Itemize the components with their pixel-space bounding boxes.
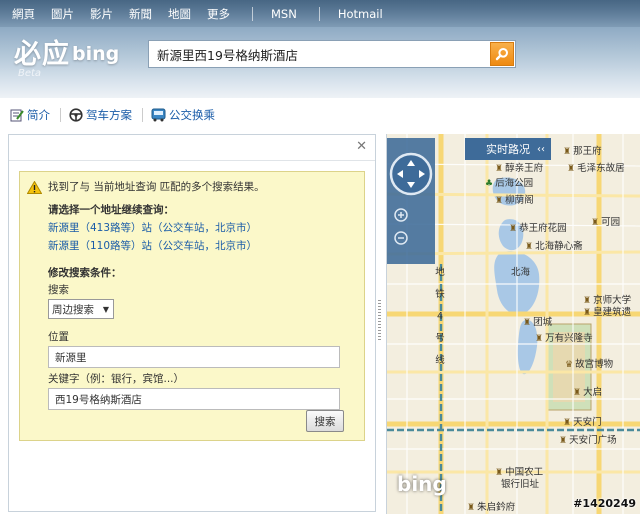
- poi-label[interactable]: ♜ 毛泽东故居: [567, 160, 625, 174]
- header: 網頁 圖片 影片 新聞 地圖 更多 MSN Hotmail 必应 bing Bet…: [0, 0, 640, 98]
- warning-icon: [27, 181, 42, 194]
- nav-videos[interactable]: 影片: [90, 6, 113, 22]
- bus-icon: [151, 108, 166, 122]
- magnifier-icon: [495, 48, 508, 61]
- submit-search-button[interactable]: 搜索: [306, 410, 344, 432]
- nav-more[interactable]: 更多: [207, 6, 230, 22]
- live-traffic-label: 实时路况: [486, 143, 530, 156]
- bing-map-logo: bing: [397, 472, 447, 496]
- poi-label[interactable]: ♣ 后海公园: [485, 175, 533, 189]
- search-button[interactable]: [490, 42, 514, 66]
- transit-button[interactable]: 公交换乘: [151, 107, 215, 123]
- driving-directions-label: 驾车方案: [86, 108, 132, 122]
- panel-header: ✕: [9, 135, 375, 161]
- poi-label[interactable]: ♜ 万有兴隆寺: [535, 330, 593, 344]
- nav-web[interactable]: 網頁: [12, 6, 35, 22]
- search-box: [148, 40, 516, 68]
- poi-label[interactable]: ♜ 北海静心斋: [525, 238, 583, 252]
- logo-beta: Beta: [18, 68, 42, 79]
- metro-line-label: 地铁4号线: [435, 267, 445, 366]
- poi-label[interactable]: ♜ 天安门: [563, 414, 602, 428]
- bing-logo[interactable]: 必应 bing Beta: [14, 32, 120, 79]
- top-navigation: 網頁 圖片 影片 新聞 地圖 更多 MSN Hotmail: [0, 0, 640, 27]
- zoom-out-icon[interactable]: [387, 228, 435, 252]
- poi-label[interactable]: ♜ 可园: [591, 214, 620, 228]
- map-toolbar: 简介 驾车方案 公交换乘: [0, 98, 640, 132]
- choose-address-heading: 请选择一个地址继续查询：: [48, 204, 174, 216]
- poi-label[interactable]: ♜ 那王府: [563, 143, 602, 157]
- nav-maps[interactable]: 地圖: [168, 6, 191, 22]
- chevron-down-icon: ▼: [102, 304, 109, 314]
- collapse-icon[interactable]: ‹‹: [537, 144, 545, 155]
- search-type-value: 周边搜索: [52, 303, 94, 316]
- location-input[interactable]: 新源里: [48, 346, 340, 368]
- steering-wheel-icon: [69, 108, 83, 122]
- nav-news[interactable]: 新聞: [129, 6, 152, 22]
- nav-separator: [318, 6, 320, 21]
- logo-chinese: 必应: [14, 39, 70, 70]
- nav-images[interactable]: 圖片: [51, 6, 74, 22]
- panel-resize-handle[interactable]: [378, 300, 381, 340]
- toolbar-separator: [142, 108, 143, 122]
- pan-control-icon[interactable]: [387, 138, 435, 198]
- map-view[interactable]: 实时路况 ‹‹ ♜ 那王府 ♜ 醇亲王府 ♜ 毛泽东故居 ♣ 后海公园 ♜ 柳荫阁 ♜ 恭王…: [386, 134, 640, 514]
- map-navigation-control: [387, 138, 435, 264]
- poi-label[interactable]: ♜ 皇建筑遗: [583, 304, 631, 318]
- poi-label[interactable]: ♜ 朱启鈐府: [467, 499, 515, 513]
- watermark-text: #1420249: [573, 497, 636, 510]
- poi-label[interactable]: ♜ 大启: [573, 384, 602, 398]
- poi-label[interactable]: ♜ 团城: [523, 314, 552, 328]
- zoom-in-icon[interactable]: [387, 201, 435, 225]
- notice-message: 找到了与 当前地址查询 匹配的多个搜索结果。: [48, 181, 265, 193]
- poi-label[interactable]: 银行旧址: [501, 476, 539, 490]
- result-link-1[interactable]: 新源里（413路等）站（公交车站，北京市）: [48, 219, 354, 237]
- toolbar-separator: [60, 108, 61, 122]
- live-traffic-button[interactable]: 实时路况 ‹‹: [465, 138, 551, 160]
- keyword-label: 关键字（例：银行，宾馆...）: [48, 373, 185, 385]
- poi-label[interactable]: ♜ 天安门广场: [559, 432, 617, 446]
- search-type-select[interactable]: 周边搜索 ▼: [48, 299, 114, 319]
- poi-label[interactable]: ♛ 故宫博物: [565, 356, 613, 370]
- search-input[interactable]: [149, 42, 490, 66]
- close-icon[interactable]: ✕: [356, 139, 367, 154]
- intro-label: 简介: [27, 108, 50, 122]
- nav-msn[interactable]: MSN: [271, 7, 297, 21]
- ambiguous-result-notice: 找到了与 当前地址查询 匹配的多个搜索结果。 请选择一个地址继续查询： 新源里（…: [19, 171, 365, 441]
- transit-label: 公交换乘: [169, 108, 215, 122]
- intro-button[interactable]: 简介: [10, 107, 50, 123]
- keyword-input[interactable]: 西19号格纳斯酒店: [48, 388, 340, 410]
- logo-english: bing: [72, 43, 120, 65]
- location-label: 位置: [48, 331, 69, 343]
- edit-icon: [10, 109, 24, 122]
- poi-label[interactable]: ♜ 柳荫阁: [495, 192, 534, 206]
- poi-label[interactable]: ♜ 恭王府花园: [509, 220, 567, 234]
- poi-label[interactable]: 北海: [511, 264, 530, 278]
- poi-label[interactable]: ♜ 醇亲王府: [495, 160, 543, 174]
- nav-hotmail[interactable]: Hotmail: [338, 7, 383, 21]
- location-value: 新源里: [55, 351, 87, 364]
- result-link-2[interactable]: 新源里（110路等）站（公交车站，北京市）: [48, 237, 354, 255]
- results-panel: ✕ 找到了与 当前地址查询 匹配的多个搜索结果。 请选择一个地址继续查询： 新源…: [8, 134, 376, 512]
- modify-criteria-heading: 修改搜索条件：: [48, 267, 122, 279]
- nav-separator: [252, 6, 253, 21]
- search-type-label: 搜索: [48, 284, 69, 296]
- driving-directions-button[interactable]: 驾车方案: [69, 107, 132, 123]
- keyword-value: 西19号格纳斯酒店: [55, 393, 142, 406]
